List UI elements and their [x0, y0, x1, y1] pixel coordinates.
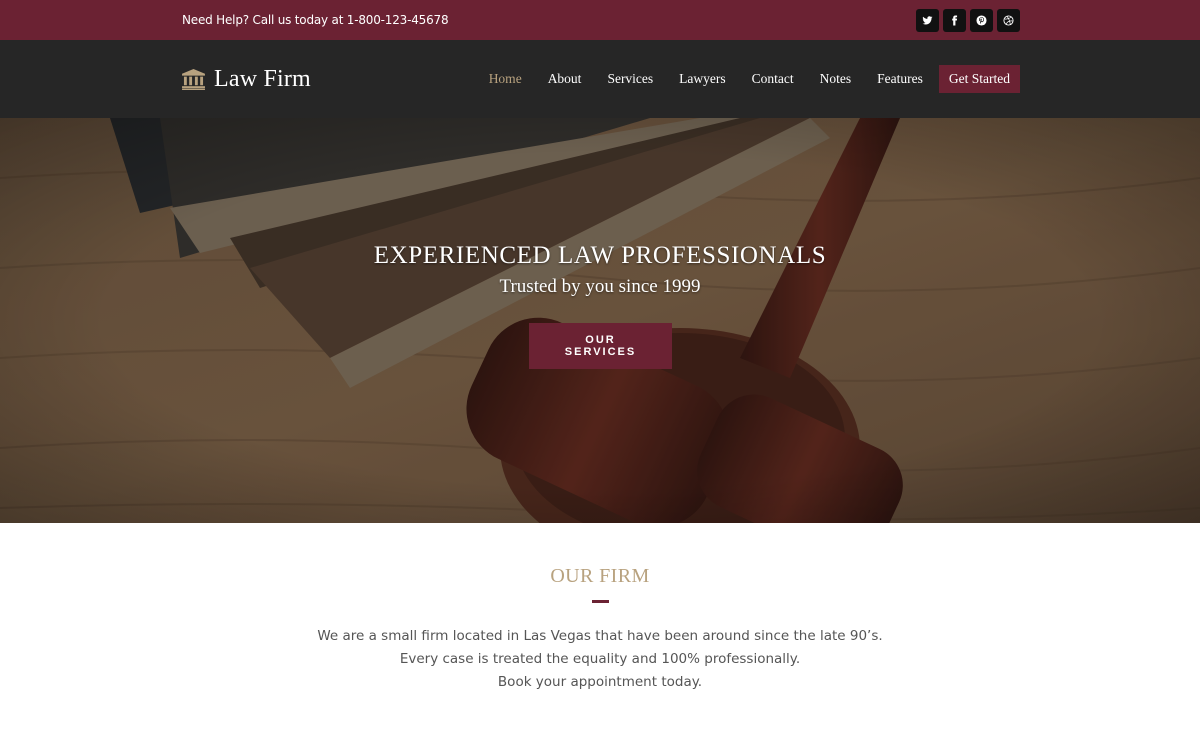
our-firm-section: OUR FIRM We are a small firm located in … — [0, 523, 1200, 694]
brand-name: Law Firm — [214, 65, 311, 92]
social-links — [916, 8, 1020, 32]
hero-content: EXPERIENCED LAW PROFESSIONALS Trusted by… — [0, 242, 1200, 369]
nav-contact[interactable]: Contact — [752, 71, 794, 87]
hero-subtitle: Trusted by you since 1999 — [499, 276, 701, 297]
top-bar: Need Help? Call us today at 1-800-123-45… — [0, 0, 1200, 40]
hero-banner: EXPERIENCED LAW PROFESSIONALS Trusted by… — [0, 118, 1200, 523]
site-header: Law Firm Home About Services Lawyers Con… — [0, 40, 1200, 118]
brand-logo[interactable]: Law Firm — [182, 66, 311, 93]
twitter-icon[interactable] — [916, 8, 939, 32]
pinterest-icon[interactable] — [970, 8, 993, 32]
courthouse-icon — [182, 68, 205, 90]
our-services-button[interactable]: OUR SERVICES — [528, 323, 672, 369]
section-heading: OUR FIRM — [550, 565, 650, 587]
firm-text-line: Every case is treated the equality and 1… — [399, 651, 801, 667]
facebook-icon[interactable] — [943, 8, 966, 32]
get-started-button[interactable]: Get Started — [938, 65, 1020, 93]
help-phone-text: Need Help? Call us today at 1-800-123-45… — [182, 13, 449, 27]
nav-services[interactable]: Services — [607, 71, 653, 87]
nav-lawyers[interactable]: Lawyers — [679, 71, 725, 87]
nav-features[interactable]: Features — [877, 71, 923, 87]
firm-text-line: Book your appointment today. — [497, 674, 703, 690]
dribbble-icon[interactable] — [997, 8, 1020, 32]
firm-text-line: We are a small firm located in Las Vegas… — [317, 628, 883, 644]
firm-description: We are a small firm located in Las Vegas… — [0, 625, 1200, 694]
nav-home[interactable]: Home — [489, 71, 522, 87]
nav-notes[interactable]: Notes — [820, 71, 852, 87]
heading-divider — [591, 600, 609, 603]
hero-title: EXPERIENCED LAW PROFESSIONALS — [373, 242, 827, 269]
main-nav: Home About Services Lawyers Contact Note… — [463, 65, 1020, 93]
nav-about[interactable]: About — [548, 71, 582, 87]
